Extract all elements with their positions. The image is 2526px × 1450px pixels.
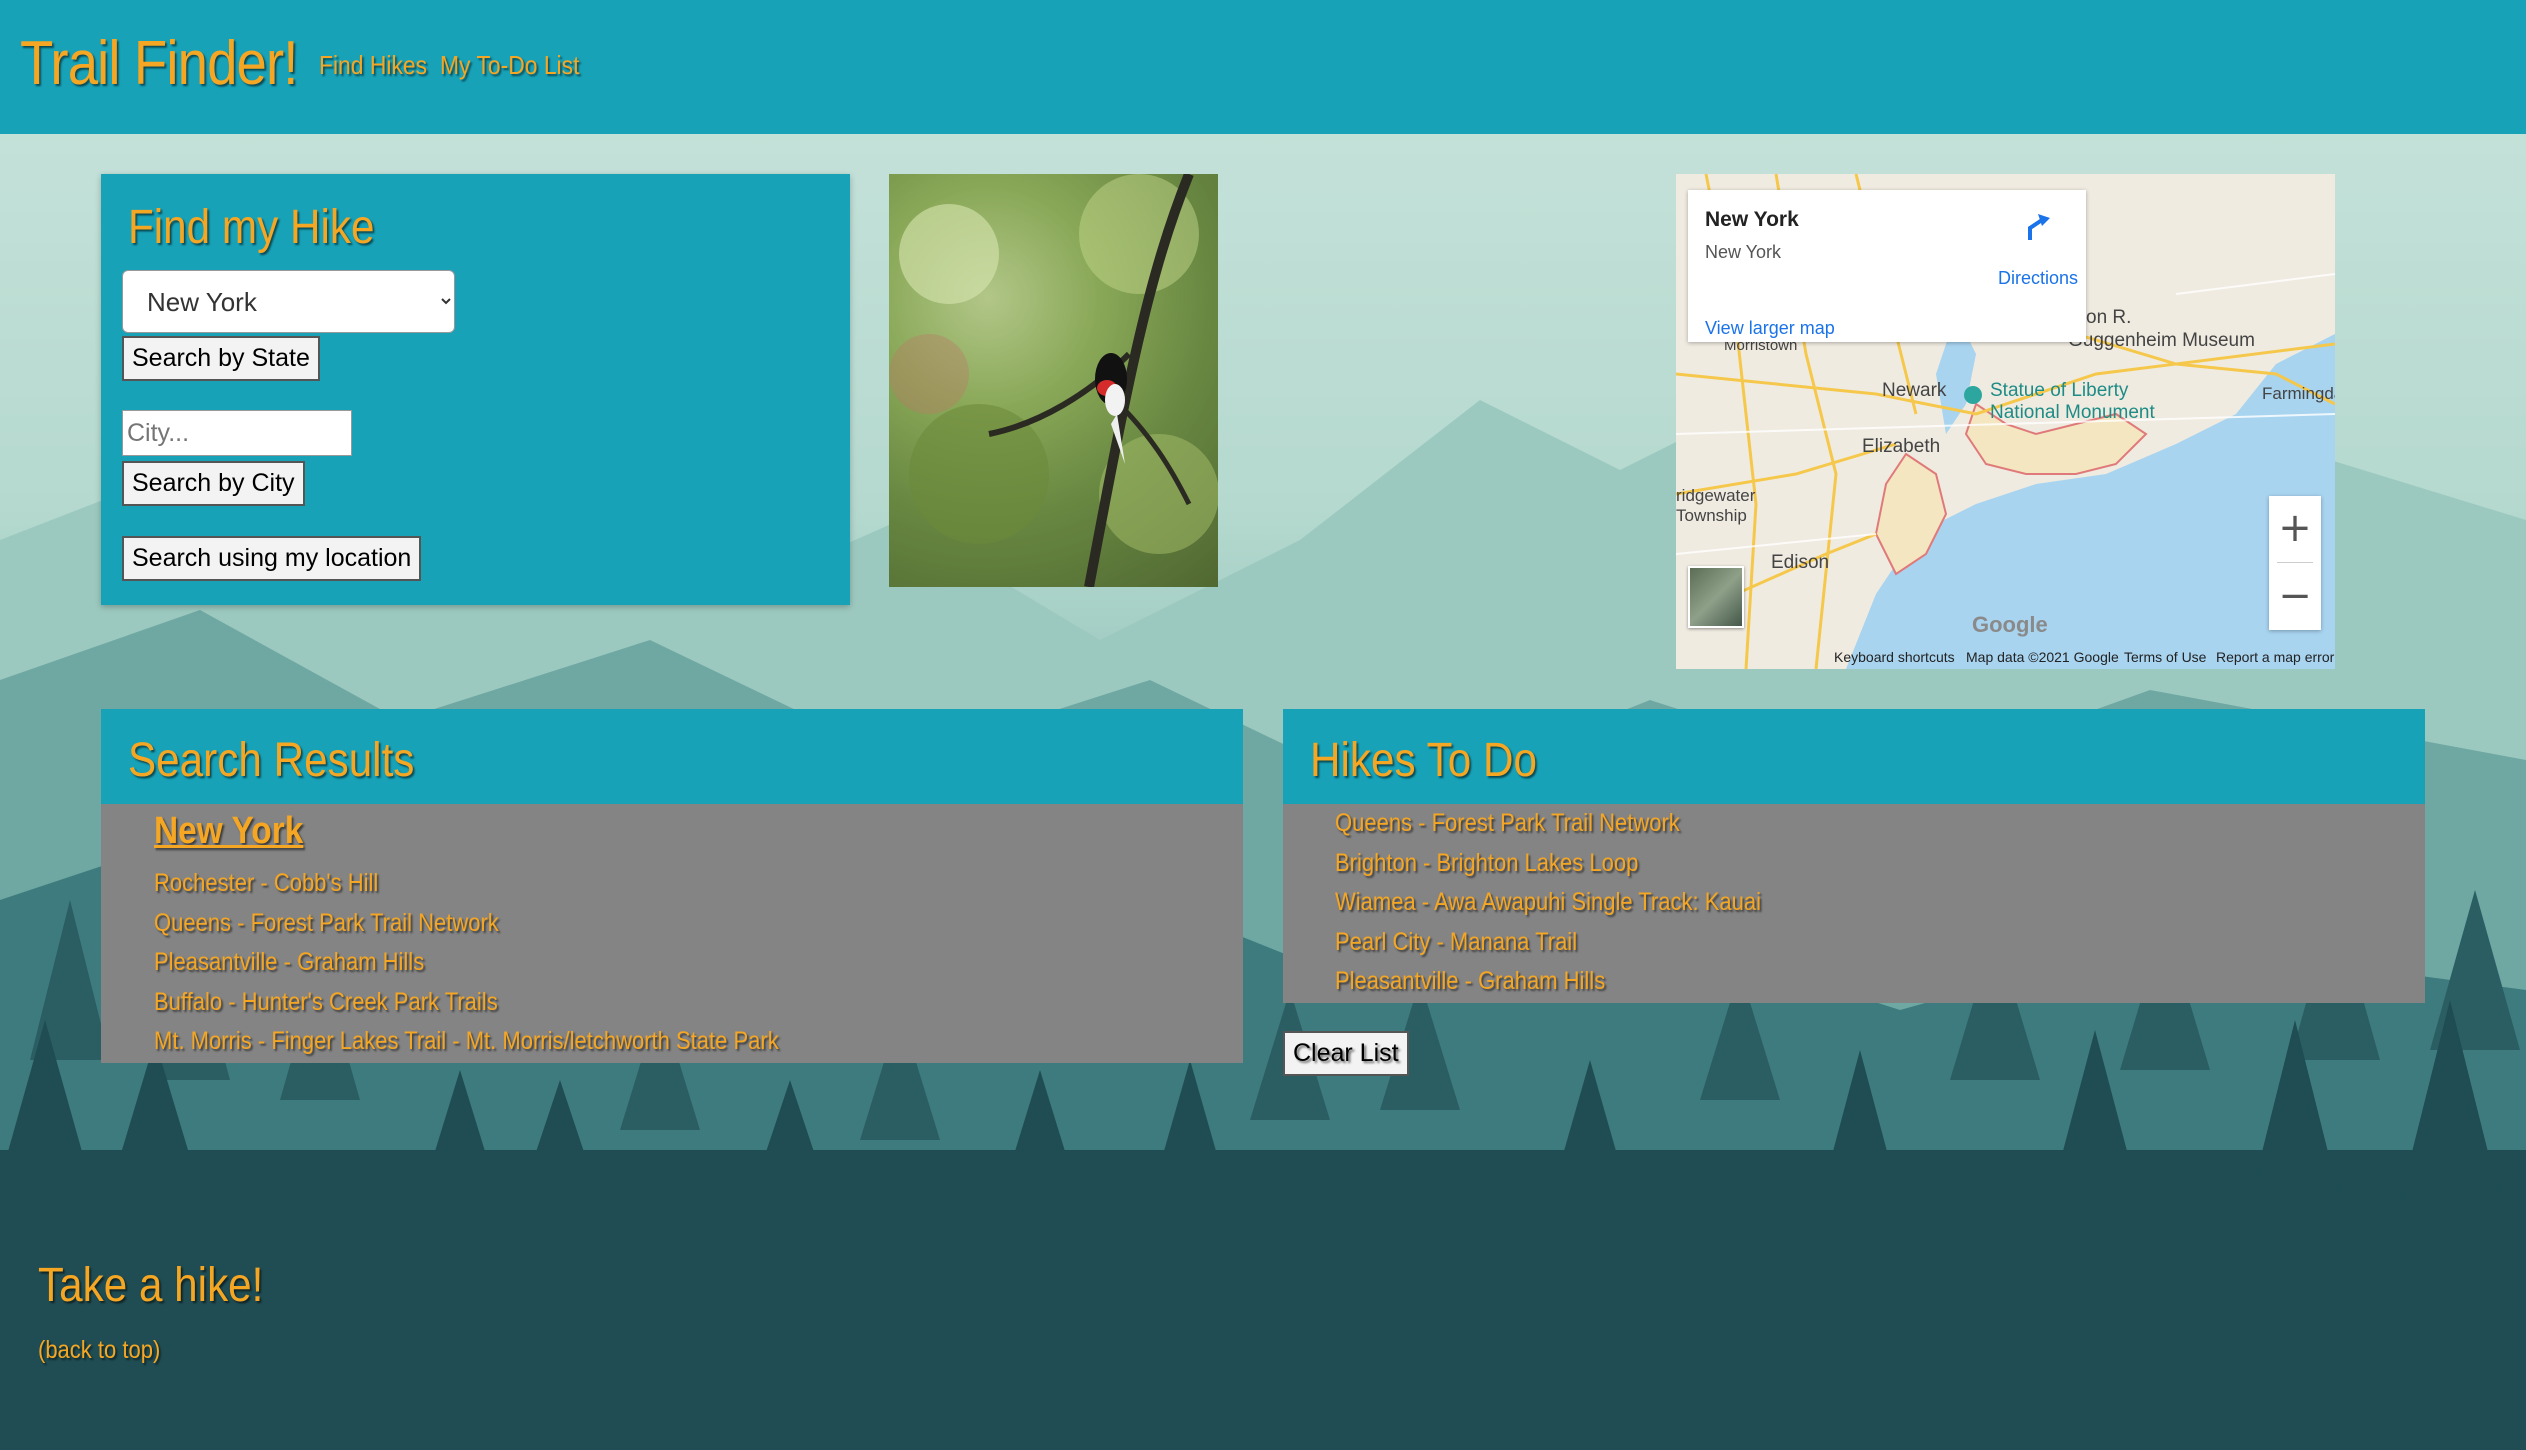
search-results-title: Search Results [128,734,415,787]
satellite-toggle[interactable] [1688,566,1744,628]
state-select[interactable]: New York [122,270,455,333]
zoom-in-button[interactable]: + [2269,496,2321,562]
clear-list-button[interactable]: Clear List [1283,1031,1409,1076]
map-data-attribution: Map data ©2021 Google [1966,649,2119,665]
map-label-newark: Newark [1882,380,1947,401]
hikes-todo-header: Hikes To Do [1283,709,2425,804]
map-card-title: New York [1705,208,1799,231]
search-results-panel: Search Results New York Rochester - Cobb… [101,709,1243,1063]
search-results-header: Search Results [101,709,1243,804]
result-item[interactable]: Buffalo - Hunter's Creek Park Trails [154,988,498,1017]
map-label-elizabeth: Elizabeth [1862,436,1941,457]
map-label-monument: National Monument [1990,402,2155,423]
map-card-subtitle: New York [1705,242,1782,262]
find-hike-title: Find my Hike [128,201,375,254]
search-by-state-button[interactable]: Search by State [122,336,320,381]
todo-item[interactable]: Pleasantville - Graham Hills [1335,967,1605,996]
footer-title: Take a hike! [38,1259,264,1312]
city-input[interactable] [122,410,352,456]
map-label-statue: Statue of Liberty [1990,380,2129,401]
google-map-embed[interactable]: Newark Statue of Liberty National Monume… [1676,174,2335,669]
result-item[interactable]: Queens - Forest Park Trail Network [154,909,499,938]
search-location-button[interactable]: Search using my location [122,536,422,581]
google-logo: Google [1972,612,2048,637]
hikes-todo-panel: Hikes To Do Queens - Forest Park Trail N… [1283,709,2425,1003]
result-item[interactable]: Rochester - Cobb's Hill [154,869,378,898]
zoom-divider [2277,562,2313,563]
map-label-guggenheim: Guggenheim Museum [2068,330,2255,351]
find-hike-panel: Find my Hike New York Search by State Se… [101,174,850,605]
keyboard-shortcuts-link[interactable]: Keyboard shortcuts [1834,649,1955,665]
bird-on-branch-image [889,174,1218,587]
result-item[interactable]: Pleasantville - Graham Hills [154,948,424,977]
map-footer-bar: Keyboard shortcuts Map data ©2021 Google… [1676,647,2335,669]
hikes-todo-title: Hikes To Do [1310,734,1537,787]
map-label-bridgewater: ridgewater [1676,486,1756,505]
directions-icon[interactable] [2022,212,2052,242]
todo-item[interactable]: Brighton - Brighton Lakes Loop [1335,849,1638,878]
view-larger-map-link[interactable]: View larger map [1705,318,1835,339]
nav-todo-list[interactable]: My To-Do List [440,50,579,81]
back-to-top-link[interactable]: (back to top) [38,1336,160,1365]
todo-item[interactable]: Pearl City - Manana Trail [1335,928,1577,957]
todo-item[interactable]: Queens - Forest Park Trail Network [1335,809,1680,838]
map-label-township: Township [1676,506,1747,525]
result-item[interactable]: Mt. Morris - Finger Lakes Trail - Mt. Mo… [154,1027,779,1056]
nav-find-hikes[interactable]: Find Hikes [319,50,427,81]
directions-link[interactable]: Directions [1998,268,2078,289]
bird-photo [889,174,1218,587]
search-by-city-button[interactable]: Search by City [122,461,305,506]
terms-of-use-link[interactable]: Terms of Use [2124,649,2206,665]
report-map-error-link[interactable]: Report a map error [2216,649,2334,665]
results-state-heading: New York [154,810,304,852]
zoom-out-button[interactable]: − [2269,564,2321,630]
map-label-on-r: on R. [2086,307,2132,328]
map-info-card: New York New York View larger map Direct… [1688,190,2086,342]
map-label-farmingdale: Farmingdale [2262,384,2335,403]
map-zoom-controls: + − [2269,496,2321,630]
top-navbar: Trail Finder! Find Hikes My To-Do List [0,0,2526,134]
map-label-edison: Edison [1771,552,1830,573]
brand-logo-link[interactable]: Trail Finder! [20,28,298,99]
todo-item[interactable]: Wiamea - Awa Awapuhi Single Track: Kauai [1335,888,1761,917]
